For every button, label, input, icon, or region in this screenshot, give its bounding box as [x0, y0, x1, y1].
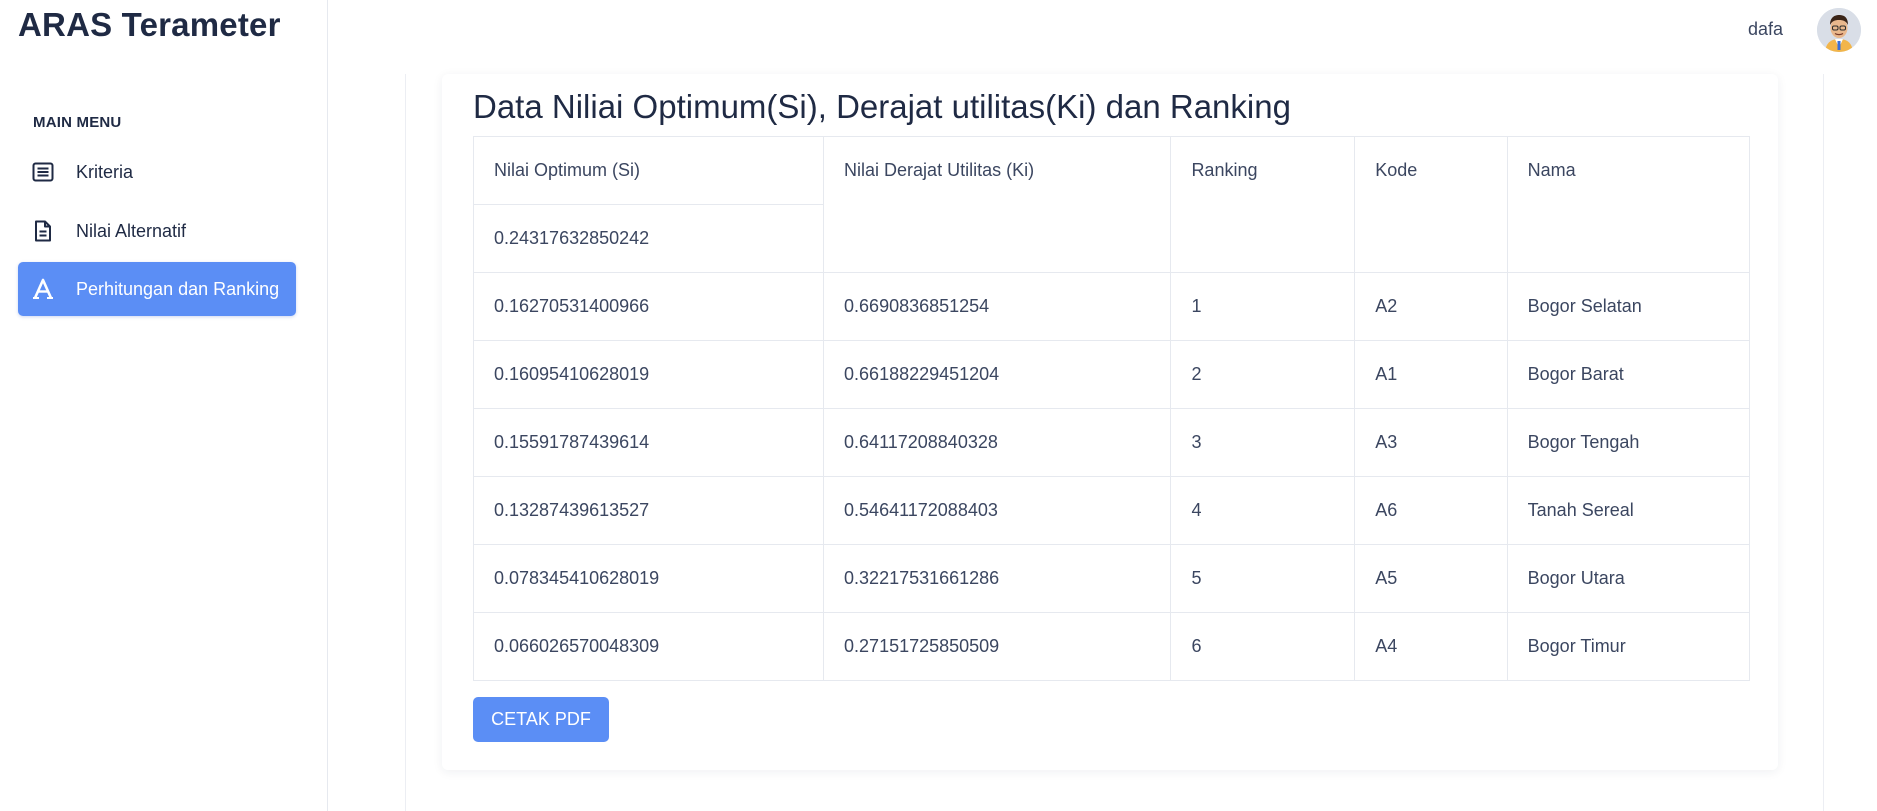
cell-si: 0.066026570048309 — [472, 612, 825, 681]
main-menu-heading: MAIN MENU — [33, 114, 122, 131]
sidebar-item-label: Nilai Alternatif — [76, 220, 187, 241]
cell-si: 0.16095410628019 — [472, 340, 825, 409]
cell-nama: Bogor Barat — [1506, 340, 1751, 409]
cell-nama: Bogor Selatan — [1506, 272, 1751, 341]
sidebar-item-label: Kriteria — [76, 161, 134, 182]
header-kode: Kode — [1354, 136, 1508, 273]
cell-kode: A1 — [1354, 340, 1508, 409]
cell-kode: A4 — [1354, 612, 1508, 681]
sidebar-item-label: Perhitungan dan Ranking — [76, 278, 280, 299]
cell-ranking: 3 — [1170, 408, 1356, 477]
header-ranking: Ranking — [1170, 136, 1356, 273]
sidebar-item-perhitungan-ranking[interactable]: Perhitungan dan Ranking — [18, 262, 296, 316]
cell-ki: 0.27151725850509 — [823, 612, 1172, 681]
cell-ranking: 4 — [1170, 476, 1356, 545]
cell-nama: Bogor Tengah — [1506, 408, 1751, 477]
cell-kode: A6 — [1354, 476, 1508, 545]
print-pdf-button[interactable]: CETAK PDF — [473, 697, 609, 742]
cell-kode: A3 — [1354, 408, 1508, 477]
table-row: 0.16270531400966 0.6690836851254 1 A2 Bo… — [472, 272, 1751, 341]
avatar[interactable] — [1817, 8, 1861, 52]
page-title: Data Niliai Optimum(Si), Derajat utilita… — [473, 88, 1291, 125]
sidebar-item-nilai-alternatif[interactable]: Nilai Alternatif — [18, 204, 296, 258]
cell-ranking: 2 — [1170, 340, 1356, 409]
user-menu[interactable]: dafa — [1677, 0, 1877, 60]
header-ki: Nilai Derajat Utilitas (Ki) — [823, 136, 1172, 273]
table-header-row: Nilai Optimum (Si) Nilai Derajat Utilita… — [472, 136, 1751, 273]
cell-nama: Bogor Utara — [1506, 544, 1751, 613]
app-title[interactable]: ARAS Terameter — [18, 6, 281, 44]
cell-ranking: 1 — [1170, 272, 1356, 341]
cell-si: 0.15591787439614 — [472, 408, 825, 477]
cell-ki: 0.6690836851254 — [823, 272, 1172, 341]
cell-ki: 0.64117208840328 — [823, 408, 1172, 477]
cell-nama: Bogor Timur — [1506, 612, 1751, 681]
document-icon — [30, 218, 56, 244]
letter-a-icon — [30, 276, 56, 302]
cell-si: 0.16270531400966 — [472, 272, 825, 341]
cell-si: 0.13287439613527 — [472, 476, 825, 545]
cell-kode: A5 — [1354, 544, 1508, 613]
ranking-table: Nilai Optimum (Si) Nilai Derajat Utilita… — [472, 136, 1751, 681]
username[interactable]: dafa — [1748, 19, 1783, 40]
cell-ki: 0.66188229451204 — [823, 340, 1172, 409]
cell-si: 0.24317632850242 — [472, 204, 825, 273]
cell-si: 0.078345410628019 — [472, 544, 825, 613]
cell-ki: 0.32217531661286 — [823, 544, 1172, 613]
table-row: 0.078345410628019 0.32217531661286 5 A5 … — [472, 544, 1751, 613]
sidebar: ARAS Terameter MAIN MENU Kriteria Nilai … — [0, 0, 328, 811]
header-nama: Nama — [1506, 136, 1751, 273]
table-row: 0.066026570048309 0.27151725850509 6 A4 … — [472, 612, 1751, 681]
cell-ranking: 6 — [1170, 612, 1356, 681]
table-row: 0.16095410628019 0.66188229451204 2 A1 B… — [472, 340, 1751, 409]
cell-nama: Tanah Sereal — [1506, 476, 1751, 545]
cell-kode: A2 — [1354, 272, 1508, 341]
cell-ki: 0.54641172088403 — [823, 476, 1172, 545]
cell-ranking: 5 — [1170, 544, 1356, 613]
list-icon — [30, 159, 56, 185]
table-row: 0.13287439613527 0.54641172088403 4 A6 T… — [472, 476, 1751, 545]
header-si: Nilai Optimum (Si) — [472, 136, 825, 205]
table-row: 0.15591787439614 0.64117208840328 3 A3 B… — [472, 408, 1751, 477]
sidebar-item-kriteria[interactable]: Kriteria — [18, 145, 296, 199]
